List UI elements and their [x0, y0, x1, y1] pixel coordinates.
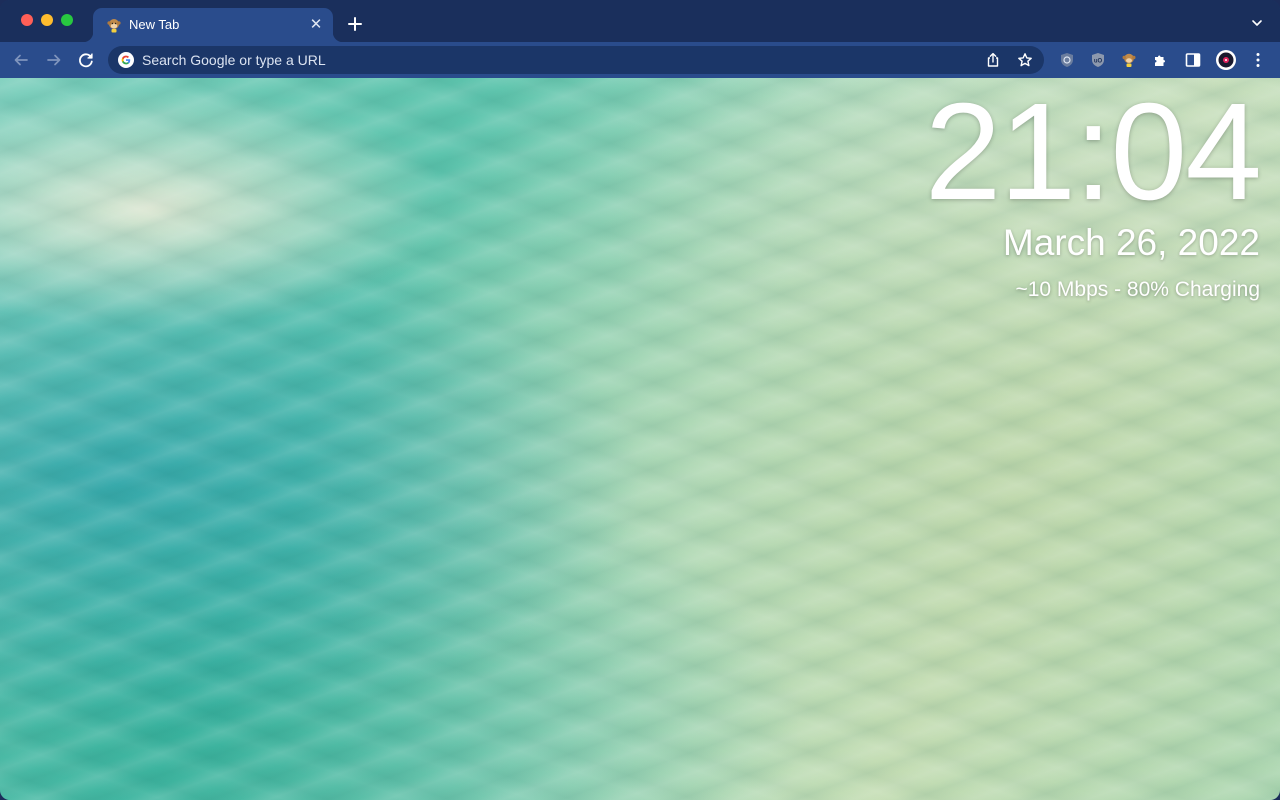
extension-button-3[interactable] — [1117, 48, 1141, 72]
menu-button[interactable] — [1246, 48, 1270, 72]
forward-button[interactable] — [42, 48, 66, 72]
ublock-origin-icon: uO — [1092, 53, 1104, 67]
arrow-left-icon — [14, 54, 28, 66]
tab-new-tab[interactable]: New Tab ✕ — [83, 8, 343, 42]
address-bar[interactable]: .omni-text::placeholder{color:#dbe3f1;op… — [108, 46, 1044, 74]
toolbar: .omni-text::placeholder{color:#dbe3f1;op… — [0, 42, 1280, 78]
tab-strip: New Tab ✕ — [0, 0, 1280, 42]
minimize-window-button[interactable] — [41, 14, 53, 26]
chevron-down-icon — [1252, 20, 1262, 26]
close-icon[interactable]: ✕ — [307, 16, 325, 34]
side-panel-icon — [1185, 53, 1201, 67]
new-tab-button[interactable] — [344, 13, 366, 35]
arrow-right-icon — [47, 54, 61, 66]
extensions-button[interactable] — [1149, 48, 1173, 72]
ublock-like-icon — [1061, 53, 1073, 67]
close-window-button[interactable] — [21, 14, 33, 26]
profile-button[interactable] — [1214, 48, 1238, 72]
bookmark-button[interactable] — [1015, 50, 1035, 70]
reload-button[interactable] — [74, 48, 98, 72]
tab-title: New Tab — [129, 17, 180, 32]
star-icon — [1018, 53, 1032, 67]
side-panel-button[interactable] — [1181, 48, 1205, 72]
kebab-menu-icon — [1256, 53, 1260, 67]
monkey-extension-icon — [1122, 53, 1136, 67]
extension-button-2[interactable]: uO — [1086, 48, 1110, 72]
new-tab-page: 21:04 March 26, 2022 ~10 Mbps - 80% Char… — [0, 78, 1280, 800]
browser-window: New Tab ✕ Search Google or type a URL uO… — [0, 0, 1280, 800]
puzzle-icon — [1155, 55, 1165, 66]
share-button[interactable] — [983, 50, 1003, 70]
svg-text:uO: uO — [1094, 59, 1103, 65]
tab-search-button[interactable] — [1248, 14, 1266, 32]
clock-date: March 26, 2022 — [1002, 222, 1260, 263]
share-icon — [987, 52, 999, 67]
monkey-favicon-icon — [106, 17, 122, 33]
extension-button-1[interactable] — [1055, 48, 1079, 72]
reload-icon — [79, 53, 93, 68]
back-button[interactable] — [9, 48, 33, 72]
maximize-window-button[interactable] — [61, 14, 73, 26]
omnibox-input[interactable] — [142, 52, 942, 68]
profile-avatar-icon — [1216, 50, 1236, 70]
clock-time: 21:04 — [924, 78, 1262, 229]
status-line: ~10 Mbps - 80% Charging — [1015, 278, 1260, 301]
plus-icon — [348, 17, 362, 31]
google-icon — [118, 52, 134, 68]
